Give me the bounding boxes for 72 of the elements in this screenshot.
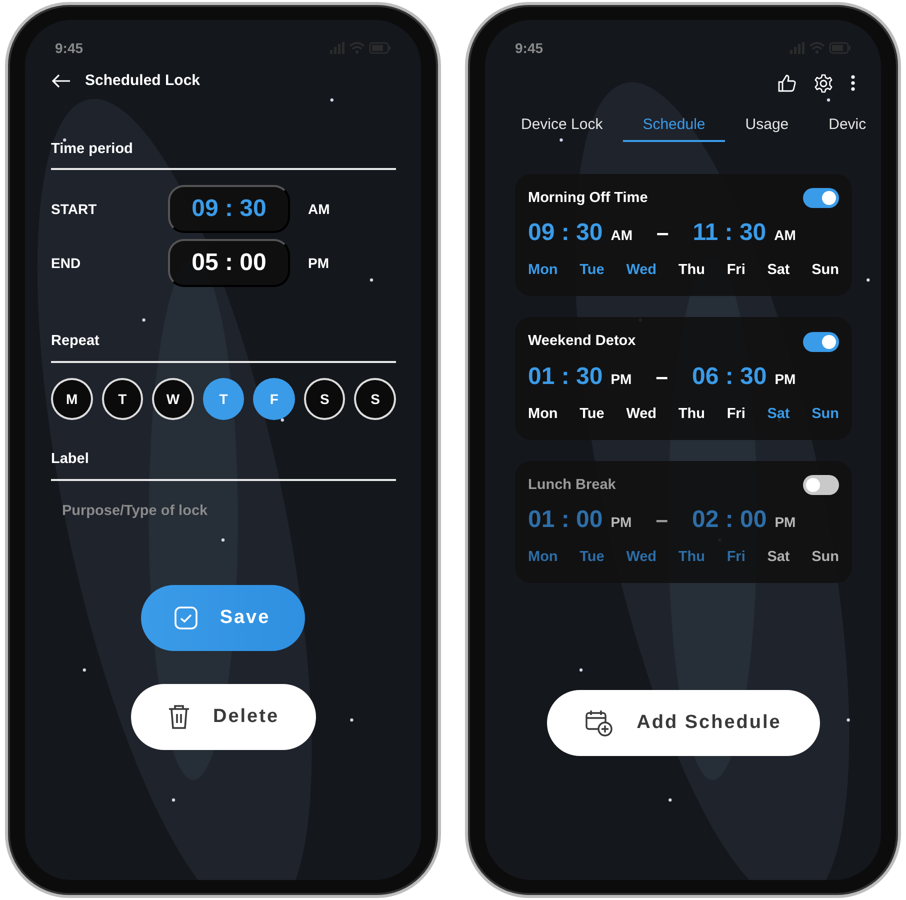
period-label: PM (774, 370, 796, 389)
more-icon[interactable] (851, 75, 855, 91)
status-time: 9:45 (55, 38, 84, 58)
day-label: Tue (580, 548, 604, 568)
day-label: Thu (678, 404, 705, 424)
label-input-field[interactable]: Purpose/Type of lock (51, 500, 396, 522)
day-label: Fri (726, 261, 746, 280)
back-arrow-icon (51, 74, 71, 88)
day-label: Wed (626, 261, 657, 280)
time-text: 06 : 30 (692, 362, 767, 392)
day-label: Fri (726, 404, 746, 424)
thumbs-up-icon[interactable] (778, 74, 796, 92)
schedule-name: Lunch Break (528, 476, 616, 494)
trash-icon (166, 704, 191, 730)
period-label: PM (308, 254, 329, 273)
day-label: Tue (580, 261, 604, 280)
time-picker[interactable]: 05 : 00 (168, 239, 290, 288)
dash-separator: – (656, 362, 668, 391)
day-label: Wed (626, 404, 657, 424)
toggle-switch[interactable] (803, 475, 839, 496)
day-label: Thu (678, 548, 705, 568)
time-text: 09 : 30 (528, 218, 603, 248)
time-text: 02 : 00 (692, 505, 767, 536)
schedule-name: Weekend Detox (528, 332, 636, 351)
tab[interactable]: Devic (808, 114, 881, 142)
time-label: START (51, 200, 98, 219)
day-label: Mon (528, 404, 558, 424)
toggle-switch[interactable] (803, 332, 839, 352)
dash-separator: – (656, 506, 668, 534)
day-label: Wed (626, 548, 657, 568)
day-label: Sun (812, 404, 839, 424)
checkbox-icon (174, 606, 198, 630)
tab[interactable]: Device Lock (501, 114, 623, 142)
section-heading: Repeat (51, 331, 396, 363)
dash-separator: – (656, 219, 669, 248)
time-text: 11 : 30 (692, 218, 766, 248)
time-picker[interactable]: 09 : 30 (168, 185, 290, 234)
calendar-add-icon (584, 709, 613, 737)
toggle-switch[interactable] (803, 188, 839, 208)
period-label: PM (610, 370, 632, 389)
back-button[interactable] (51, 74, 71, 88)
day-label: Fri (726, 548, 746, 568)
day-label: Mon (528, 261, 558, 280)
status-time: 9:45 (515, 38, 544, 58)
settings-icon[interactable] (814, 74, 833, 92)
schedule-card[interactable]: Lunch Break 01 : 00 PM – 02 : 00 PM Mon Tue Wed Thu Fri Sat Sun (515, 460, 852, 583)
delete-button[interactable]: Delete (130, 684, 316, 750)
tab[interactable]: Usage (725, 114, 809, 142)
day-label: Sat (767, 261, 790, 280)
add-schedule-button[interactable]: Add Schedule (546, 690, 820, 756)
section-heading: Time period (51, 138, 396, 170)
day-label: Sun (812, 261, 839, 280)
schedule-card[interactable]: Weekend Detox 01 : 30 PM – 06 : 30 PM Mon Tue Wed Thu Fri Sat Sun (515, 317, 852, 440)
period-label: PM (774, 513, 796, 532)
period-label: AM (610, 226, 632, 246)
day-label: Sun (812, 548, 839, 568)
day-label: Sat (767, 404, 790, 424)
day-label: Thu (678, 261, 705, 280)
schedule-card[interactable]: Morning Off Time 09 : 30 AM – 11 : 30 AM Mon Tue Wed Thu Fri Sat Sun (515, 174, 852, 296)
day-label: Sat (767, 548, 790, 568)
tab[interactable]: Schedule (622, 114, 726, 142)
day-label: Mon (528, 548, 558, 568)
time-text: 01 : 30 (528, 362, 603, 392)
period-label: AM (774, 226, 796, 246)
schedule-name: Morning Off Time (528, 188, 648, 208)
time-text: 01 : 00 (528, 505, 603, 536)
section-heading: Label (51, 449, 396, 481)
screen-title: Scheduled Lock (85, 71, 200, 91)
period-label: PM (610, 513, 632, 532)
period-label: AM (308, 200, 330, 219)
time-label: END (51, 254, 82, 273)
day-label: Tue (580, 404, 604, 424)
